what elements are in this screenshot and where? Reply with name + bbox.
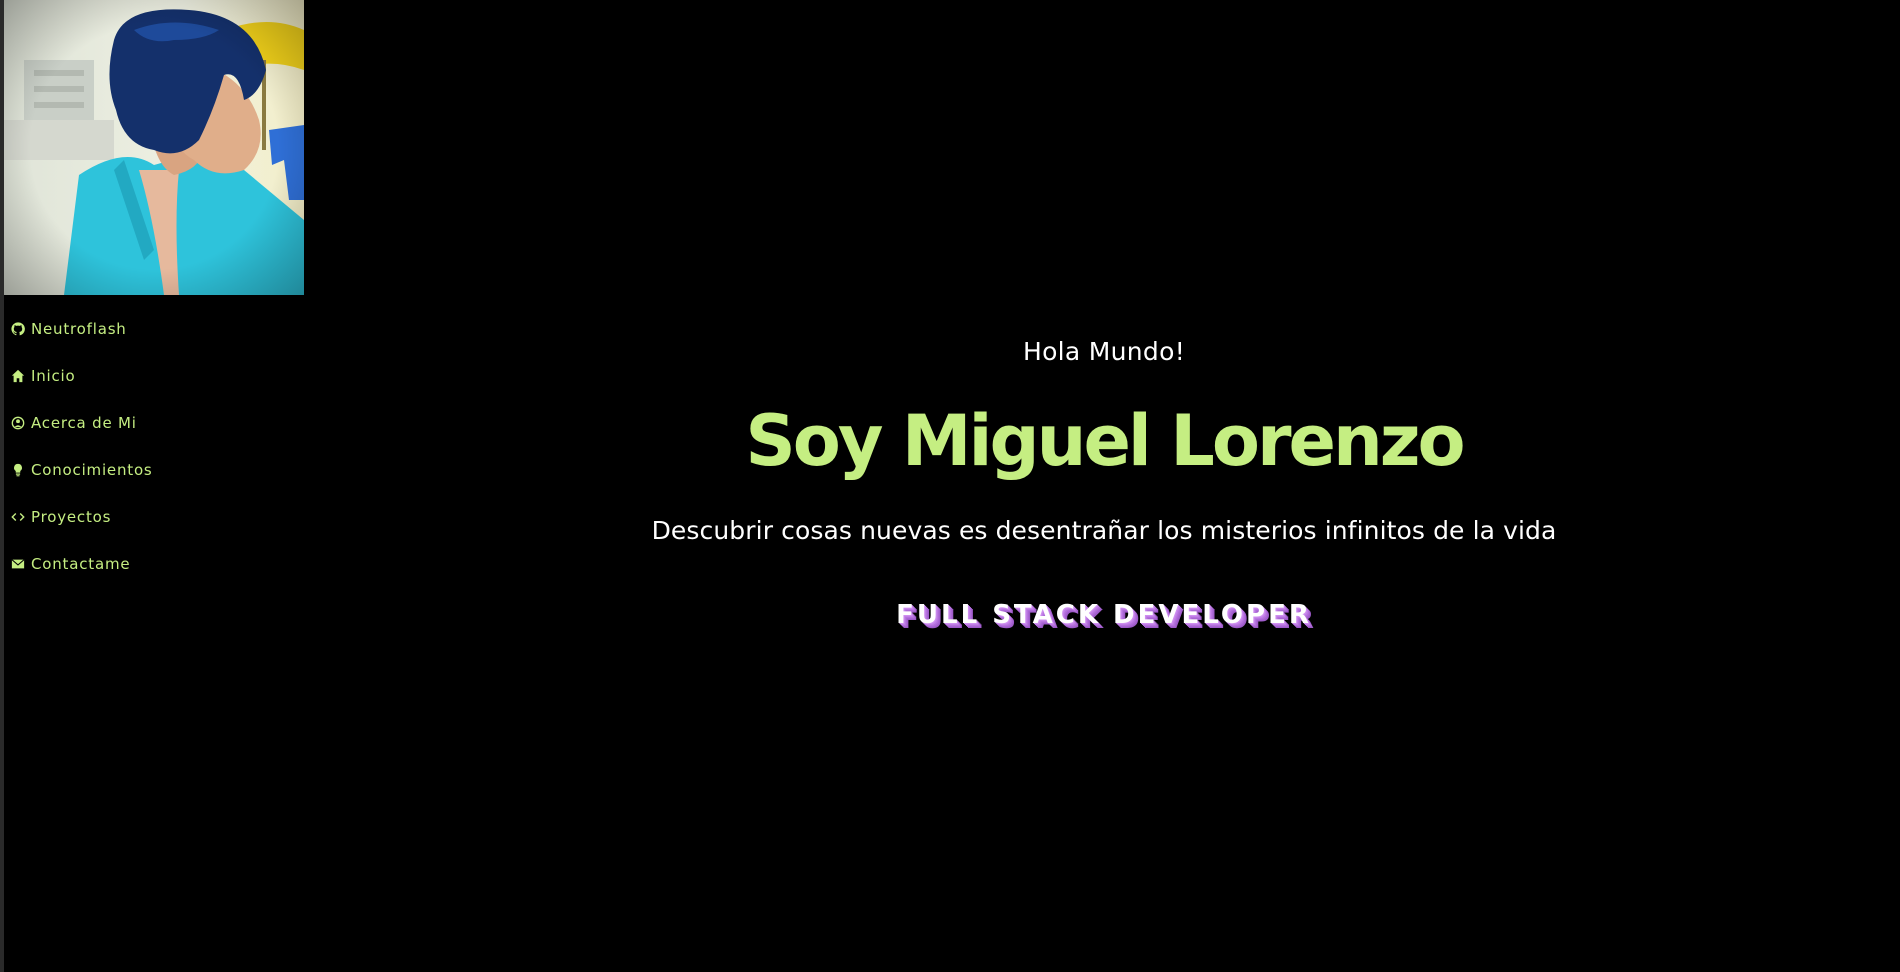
sidebar-item-label: Acerca de Mi (31, 413, 137, 432)
role-title: FULL STACK DEVELOPER (896, 600, 1312, 630)
sidebar-item-github[interactable]: Neutroflash (4, 305, 304, 352)
sidebar-item-proyectos[interactable]: Proyectos (4, 493, 304, 540)
github-icon (11, 321, 25, 336)
page: Neutroflash Inicio Acerca de Mi Conocimi… (0, 0, 1900, 972)
code-icon (11, 510, 25, 524)
sidebar-item-label: Conocimientos (31, 460, 153, 479)
greeting-text: Hola Mundo! (1022, 337, 1186, 366)
envelope-icon (11, 557, 25, 571)
sidebar-item-acerca[interactable]: Acerca de Mi (4, 399, 304, 446)
lightbulb-icon (11, 463, 25, 477)
sidebar-item-label: Proyectos (31, 507, 112, 526)
sidebar-nav: Neutroflash Inicio Acerca de Mi Conocimi… (4, 305, 304, 587)
sidebar: Neutroflash Inicio Acerca de Mi Conocimi… (4, 0, 304, 972)
sidebar-item-label: Inicio (31, 366, 76, 385)
sidebar-item-label: Neutroflash (31, 319, 127, 338)
sidebar-item-contactame[interactable]: Contactame (4, 540, 304, 587)
sidebar-item-conocimientos[interactable]: Conocimientos (4, 446, 304, 493)
sidebar-item-label: Contactame (31, 554, 131, 573)
hero-section: Hola Mundo! Soy Miguel Lorenzo Descubrir… (304, 0, 1900, 972)
profile-photo (4, 0, 304, 295)
hero-tagline: Descubrir cosas nuevas es desentrañar lo… (651, 516, 1557, 545)
avatar (4, 0, 304, 295)
home-icon (11, 369, 25, 383)
sidebar-item-inicio[interactable]: Inicio (4, 352, 304, 399)
hero-title: Soy Miguel Lorenzo (745, 400, 1465, 482)
user-circle-icon (11, 416, 25, 430)
